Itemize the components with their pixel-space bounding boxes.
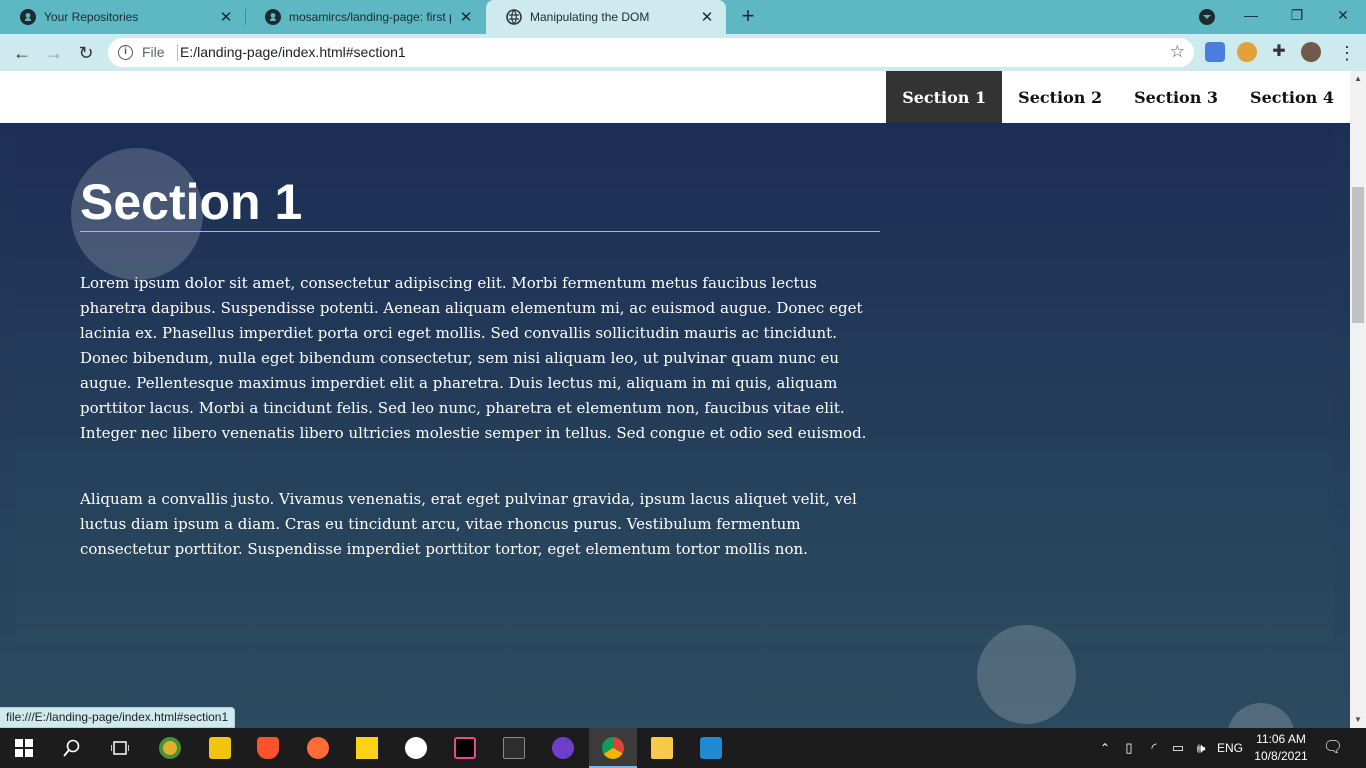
notion-glyph-icon (405, 737, 427, 759)
postman-glyph-icon (307, 737, 329, 759)
scroll-down-arrow-icon[interactable]: ▼ (1350, 712, 1366, 728)
wifi-icon[interactable]: ◜ (1143, 728, 1165, 768)
task-view-glyph-icon (111, 741, 129, 755)
page-viewport: Section 1 Section 2 Section 3 Section 4 … (0, 71, 1350, 728)
chrome-canary-glyph-icon (159, 737, 181, 759)
intellij-glyph-icon (454, 737, 476, 759)
tab-close-icon[interactable]: ✕ (698, 8, 716, 26)
magnifier-icon (63, 739, 80, 757)
windows-taskbar: ⌃ ▯ ◜ ▭ 🕪 ENG 11:06 AM 10/8/2021 🗨 (0, 728, 1366, 768)
site-info-icon[interactable]: i (118, 45, 133, 60)
tab-close-icon[interactable]: ✕ (457, 8, 475, 26)
brave-lion-icon (257, 737, 279, 759)
github-icon (20, 9, 36, 25)
tab-landing-page[interactable]: mosamircs/landing-page: first project ✕ (245, 0, 485, 34)
vscode-icon[interactable] (687, 728, 735, 768)
bookmark-star-icon[interactable]: ☆ (1170, 42, 1185, 62)
page-scrollbar[interactable]: ▲ ▼ (1350, 71, 1366, 728)
notion-icon[interactable] (392, 728, 440, 768)
sticky-note-glyph-icon (356, 737, 378, 759)
brave-icon[interactable] (244, 728, 292, 768)
task-view-icon[interactable] (96, 728, 144, 768)
nav-item-section-1[interactable]: Section 1 (886, 71, 1003, 123)
section-title: Section 1 (80, 175, 880, 232)
folder-icon (651, 737, 673, 759)
google-translate-icon[interactable] (1205, 42, 1225, 62)
globe-icon (506, 9, 522, 25)
tab-title: Your Repositories (44, 10, 139, 24)
terminal-glyph-icon (503, 737, 525, 759)
extensions-puzzle-icon[interactable]: ✚ (1269, 42, 1289, 62)
sticky-notes-icon[interactable] (343, 728, 391, 768)
tab-search-icon[interactable] (1199, 9, 1215, 25)
battery-icon[interactable]: ▭ (1167, 728, 1189, 768)
extension-glasses-icon[interactable] (1237, 42, 1257, 62)
pdf-glyph-icon (209, 737, 231, 759)
intellij-icon[interactable] (441, 728, 489, 768)
windows-logo-icon (15, 739, 33, 757)
tab-your-repositories[interactable]: Your Repositories ✕ (0, 0, 245, 34)
address-scheme-label: File (142, 44, 165, 60)
search-icon[interactable] (48, 728, 96, 768)
profile-avatar[interactable] (1301, 42, 1321, 62)
section-paragraph: Aliquam a convallis justo. Vivamus venen… (80, 490, 857, 558)
close-window-icon[interactable]: ✕ (1320, 0, 1366, 30)
nav-item-section-2[interactable]: Section 2 (1002, 71, 1118, 123)
show-hidden-icons-chevron-icon[interactable]: ⌃ (1094, 728, 1116, 768)
github-icon (265, 9, 281, 25)
new-tab-plus-icon[interactable]: + (737, 5, 759, 29)
back-arrow-icon[interactable]: ← (8, 39, 36, 67)
decorative-circle (977, 625, 1076, 724)
scroll-up-arrow-icon[interactable]: ▲ (1350, 71, 1366, 87)
minimize-icon[interactable]: — (1228, 0, 1274, 30)
tab-title: mosamircs/landing-page: first project (289, 10, 451, 24)
chrome-icon[interactable] (589, 728, 637, 768)
chrome-canary-icon[interactable] (146, 728, 194, 768)
decorative-circle (1227, 703, 1295, 728)
scroll-thumb[interactable] (1352, 187, 1364, 323)
browser-menu-icon[interactable]: ⋮ (1337, 40, 1357, 66)
notifications-icon[interactable]: 🗨 (1318, 728, 1348, 768)
usb-device-icon[interactable]: ▯ (1119, 728, 1139, 768)
link-status-bubble: file:///E:/landing-page/index.html#secti… (0, 707, 236, 728)
tab-title: Manipulating the DOM (530, 10, 650, 24)
address-url[interactable]: E:/landing-page/index.html#section1 (180, 44, 406, 60)
vscode-glyph-icon (700, 737, 722, 759)
postman-icon[interactable] (294, 728, 342, 768)
github-desktop-icon[interactable] (539, 728, 587, 768)
tab-close-icon[interactable]: ✕ (217, 8, 235, 26)
page-navbar: Section 1 Section 2 Section 3 Section 4 (0, 71, 1350, 123)
volume-icon[interactable]: 🕪 (1190, 728, 1212, 768)
github-octocat-icon (552, 737, 574, 759)
nav-menu: Section 1 Section 2 Section 3 Section 4 (886, 71, 1350, 123)
nav-item-section-3[interactable]: Section 3 (1118, 71, 1234, 123)
nav-item-section-4[interactable]: Section 4 (1234, 71, 1350, 123)
system-clock[interactable]: 11:06 AM 10/8/2021 (1245, 731, 1317, 765)
tab-manipulating-the-dom[interactable]: Manipulating the DOM ✕ (486, 0, 726, 34)
section-paragraph: Lorem ipsum dolor sit amet, consectetur … (80, 274, 867, 442)
section-1: Section 1 Lorem ipsum dolor sit amet, co… (16, 123, 1333, 641)
windows-start-icon[interactable] (0, 728, 48, 768)
clock-date: 10/8/2021 (1254, 749, 1308, 763)
address-bar[interactable]: i File E:/landing-page/index.html#sectio… (108, 38, 1194, 67)
tab-strip: Your Repositories ✕ mosamircs/landing-pa… (0, 0, 1366, 34)
browser-toolbar: ← → ↻ i File E:/landing-page/index.html#… (0, 34, 1366, 71)
reload-icon[interactable]: ↻ (72, 39, 100, 67)
language-indicator[interactable]: ENG (1214, 728, 1246, 768)
chrome-glyph-icon (602, 737, 624, 759)
address-separator (177, 44, 178, 61)
restore-icon[interactable]: ❐ (1274, 0, 1320, 30)
forward-arrow-icon[interactable]: → (40, 39, 68, 67)
terminal-icon[interactable] (490, 728, 538, 768)
pdf-app-icon[interactable] (196, 728, 244, 768)
clock-time: 11:06 AM (1256, 732, 1306, 746)
file-explorer-icon[interactable] (638, 728, 686, 768)
